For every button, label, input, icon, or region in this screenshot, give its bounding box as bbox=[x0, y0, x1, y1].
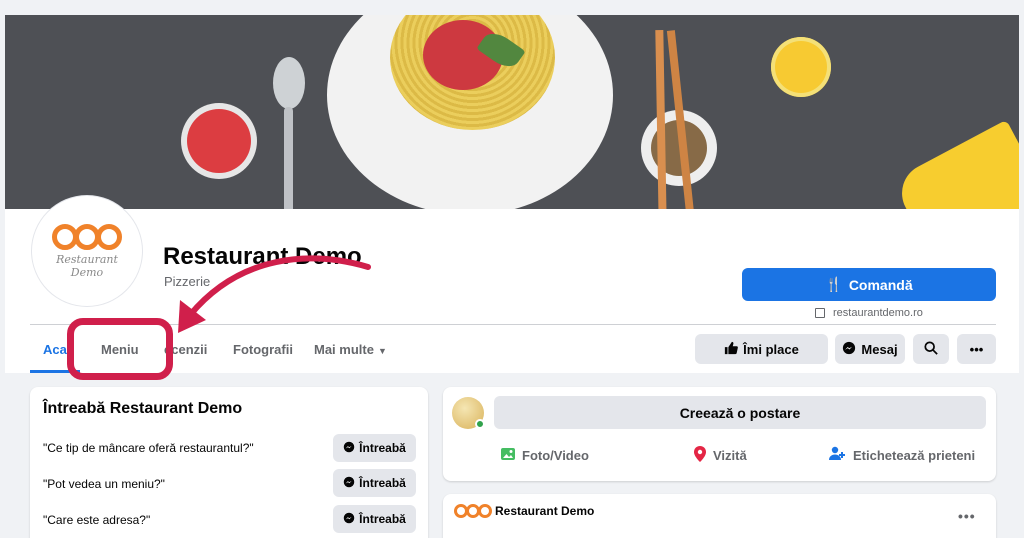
website-link[interactable]: restaurantdemo.ro bbox=[815, 307, 923, 319]
messenger-icon bbox=[842, 341, 856, 358]
order-button[interactable]: 🍴 Comandă bbox=[742, 268, 996, 301]
message-button-label: Mesaj bbox=[861, 341, 898, 357]
profile-avatar[interactable]: Restaurant Demo bbox=[32, 196, 142, 306]
ask-question: "Care este adresa?" bbox=[43, 513, 151, 527]
photo-video-button[interactable]: Foto/Video bbox=[500, 446, 589, 465]
order-button-label: Comandă bbox=[848, 276, 913, 293]
ask-button[interactable]: Întreabă bbox=[333, 469, 416, 497]
messenger-icon bbox=[343, 441, 355, 456]
search-button[interactable] bbox=[913, 334, 949, 364]
ask-card-title: Întreabă Restaurant Demo bbox=[43, 400, 243, 417]
ask-button-label: Întreabă bbox=[359, 476, 406, 490]
create-post-input[interactable]: Creează o postare bbox=[494, 396, 986, 429]
ask-button[interactable]: Întreabă bbox=[333, 434, 416, 462]
caret-down-icon: ▼ bbox=[377, 346, 387, 356]
website-url: restaurantdemo.ro bbox=[833, 307, 923, 319]
ask-button-label: Întreabă bbox=[359, 512, 406, 526]
visit-button[interactable]: Vizită bbox=[693, 446, 747, 465]
external-link-icon bbox=[815, 308, 825, 318]
annotation-highlight bbox=[67, 318, 173, 380]
post-author-logo-icon[interactable] bbox=[454, 504, 492, 518]
visit-label: Vizită bbox=[713, 448, 747, 463]
photo-video-label: Foto/Video bbox=[522, 448, 589, 463]
post-author-name[interactable]: Restaurant Demo bbox=[495, 504, 594, 518]
restaurant-logo-icon bbox=[52, 223, 122, 250]
messenger-icon bbox=[343, 512, 355, 527]
ask-button[interactable]: Întreabă bbox=[333, 505, 416, 533]
tag-friends-label: Etichetează prieteni bbox=[853, 448, 976, 463]
location-pin-icon bbox=[693, 446, 707, 465]
online-status-dot bbox=[475, 419, 485, 429]
messenger-icon bbox=[343, 476, 355, 491]
like-button[interactable]: Îmi place bbox=[695, 334, 828, 364]
message-button[interactable]: Mesaj bbox=[835, 334, 905, 364]
logo-text-line2: Demo bbox=[70, 265, 104, 279]
more-options-button[interactable]: ••• bbox=[957, 334, 996, 364]
tag-friends-button[interactable]: Etichetează prieteni bbox=[829, 446, 975, 465]
photo-icon bbox=[500, 446, 516, 465]
ask-question: "Ce tip de mâncare oferă restaurantul?" bbox=[43, 441, 254, 455]
cover-photo[interactable] bbox=[5, 15, 1019, 209]
annotation-arrow bbox=[178, 255, 371, 333]
ask-button-label: Întreabă bbox=[359, 441, 406, 455]
like-button-label: Îmi place bbox=[743, 341, 799, 357]
logo-text-line1: Restaurant bbox=[56, 252, 118, 266]
ask-question: "Pot vedea un meniu?" bbox=[43, 477, 165, 491]
search-icon bbox=[924, 340, 938, 358]
tag-people-icon bbox=[829, 446, 847, 465]
post-more-icon[interactable]: ••• bbox=[958, 508, 976, 524]
more-icon: ••• bbox=[969, 341, 984, 357]
thumbs-up-icon bbox=[724, 341, 739, 358]
cutlery-icon: 🍴 bbox=[825, 276, 843, 292]
